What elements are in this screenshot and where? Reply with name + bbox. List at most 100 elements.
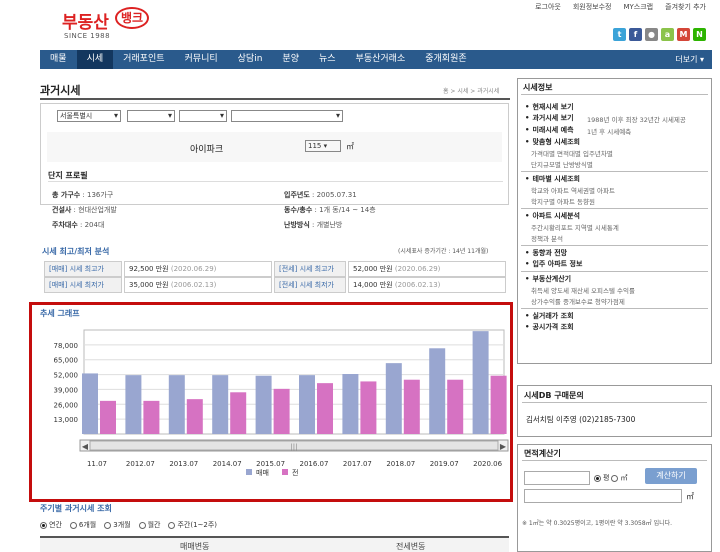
- nav-news[interactable]: 뉴스: [309, 50, 346, 69]
- calc-button[interactable]: 계산하기: [645, 468, 697, 484]
- sidebar-subitems[interactable]: 학교와 아파트 역세권별 아파트: [531, 185, 615, 195]
- bar-매매-2013.07[interactable]: [168, 375, 185, 434]
- add-favorite-link[interactable]: 즐겨찾기 추가: [665, 2, 706, 12]
- radio-3months[interactable]: 3개월: [104, 520, 131, 530]
- social-icons: t f ● a M N: [613, 28, 706, 41]
- nav-presale[interactable]: 분양: [272, 50, 309, 69]
- bar-전-2018.07[interactable]: [403, 379, 420, 434]
- y-tick-label: 78,000: [54, 342, 79, 350]
- my-scrap-link[interactable]: MY스크랩: [623, 2, 653, 12]
- sidebar-item[interactable]: 맞춤형 시세조회: [525, 137, 580, 147]
- logout-link[interactable]: 로그아웃: [535, 2, 561, 12]
- facebook-icon[interactable]: f: [629, 28, 642, 41]
- calc-result-unit: ㎡: [686, 492, 694, 501]
- radio-6months[interactable]: 6개월: [69, 520, 96, 530]
- sidebar-subitems[interactable]: 가격대별 면적대별 입주년차별: [531, 148, 613, 158]
- bar-매매-2017.07[interactable]: [342, 374, 359, 434]
- size-select[interactable]: 115 ▾: [305, 140, 341, 152]
- x-tick-label: 11.07: [87, 460, 107, 468]
- sidebar-item[interactable]: 미래시세 예측: [525, 125, 573, 135]
- dong-select[interactable]: [179, 110, 227, 122]
- bar-전-2017.07[interactable]: [360, 381, 377, 434]
- sidebar-item[interactable]: 공시가격 조회: [525, 322, 573, 332]
- bar-전-2014.07[interactable]: [230, 392, 247, 434]
- radio-monthly[interactable]: 월간: [138, 520, 160, 530]
- scroll-right-icon[interactable]: ▶: [500, 442, 507, 451]
- calc-input-top[interactable]: [524, 471, 590, 485]
- twitter-icon[interactable]: t: [613, 28, 626, 41]
- sale-min-cell: 35,000 만원 (2006.02.13): [124, 277, 272, 293]
- sidebar-item[interactable]: 현재시세 보기: [525, 102, 573, 112]
- radio-weekly[interactable]: 주간(1~2주): [168, 520, 217, 530]
- bar-전-2019.07[interactable]: [447, 379, 464, 434]
- sidebar-subitems[interactable]: 단지규모별 난방방식별: [531, 159, 593, 169]
- bar-매매-2018.07[interactable]: [385, 363, 402, 434]
- sidebar-item[interactable]: 실거래가 조회: [525, 311, 573, 321]
- sidebar-subitems[interactable]: 상가수익률 중개보수료 청약가점제: [531, 296, 625, 306]
- nav-trade-point[interactable]: 거래포인트: [113, 50, 174, 69]
- bar-전-2020.06[interactable]: [490, 375, 507, 434]
- radio-yearly[interactable]: 연간: [40, 520, 62, 530]
- sidebar-divider: [521, 271, 708, 272]
- site-logo[interactable]: 부동산 뱅크 SINCE 1988: [62, 6, 152, 46]
- nav-broker-zone[interactable]: 중개회원존: [415, 50, 476, 69]
- radio-sqm[interactable]: [611, 474, 619, 482]
- bar-전-2015.07[interactable]: [273, 388, 290, 434]
- bar-매매-2014.07[interactable]: [212, 375, 229, 434]
- scroll-grip-icon: |||: [290, 443, 297, 451]
- sidebar-title: 시세정보: [523, 83, 553, 92]
- bar-매매-2012.07[interactable]: [125, 375, 142, 434]
- apt-select[interactable]: [231, 110, 343, 122]
- sidebar-item[interactable]: 아파트 시세분석: [525, 211, 580, 221]
- bar-매매-2015.07[interactable]: [255, 375, 272, 434]
- radio-dot[interactable]: [40, 521, 47, 529]
- mail-icon[interactable]: M: [677, 28, 690, 41]
- sidebar-subitems[interactable]: 정책과 분석: [531, 233, 563, 243]
- sidebar-subitems[interactable]: 학지구별 아파트 동향원: [531, 196, 595, 206]
- radio-dot[interactable]: [69, 521, 77, 529]
- bar-전-2012.07[interactable]: [143, 400, 160, 434]
- bar-전-2013.07[interactable]: [186, 399, 203, 434]
- bar-전-2011.07[interactable]: [100, 400, 116, 434]
- nav-listings[interactable]: 매물: [40, 50, 77, 69]
- sidebar-item[interactable]: 동향과 전망: [525, 248, 567, 258]
- radio-dot[interactable]: [104, 521, 112, 529]
- radio-pyeong[interactable]: [594, 474, 601, 482]
- sidebar-item[interactable]: 부동산계산기: [525, 274, 571, 284]
- nav-consult[interactable]: 상담in: [228, 50, 273, 69]
- logo-text: 부동산: [62, 13, 109, 33]
- edit-profile-link[interactable]: 회원정보수정: [573, 2, 612, 12]
- nav-exchange[interactable]: 부동산거래소: [346, 50, 416, 69]
- district-select[interactable]: [127, 110, 175, 122]
- nav-more[interactable]: 더보기 ▾: [675, 54, 712, 65]
- nav-community[interactable]: 커뮤니티: [175, 50, 228, 69]
- bar-매매-2020.06[interactable]: [472, 331, 489, 434]
- y-tick-label: 52,000: [54, 372, 79, 380]
- nav-price[interactable]: 시세: [76, 50, 114, 69]
- apple-icon[interactable]: ●: [645, 28, 658, 41]
- y-tick-label: 26,000: [54, 401, 79, 409]
- db-contact: 김서치팀 이주영 (02)2185-7300: [526, 415, 636, 424]
- region-select[interactable]: 서울특별시: [57, 110, 121, 122]
- profile-builder: 건설사 : 현대산업개발: [52, 206, 117, 214]
- chart-svg: 13,000 26,000 39,000 52,000 65,000 78,000 11.0…: [54, 329, 509, 477]
- calc-result-input[interactable]: [524, 489, 682, 503]
- y-tick-label: 65,000: [54, 357, 79, 365]
- bar-매매-2011.07[interactable]: [82, 373, 98, 434]
- bar-전-2016.07[interactable]: [317, 383, 333, 434]
- bar-매매-2016.07[interactable]: [299, 375, 315, 434]
- sidebar-item[interactable]: 입주 아파트 정보: [525, 259, 582, 269]
- period-heading: 주기별 과거시세 조회: [40, 504, 112, 513]
- radio-dot[interactable]: [138, 521, 146, 529]
- naver-icon[interactable]: N: [693, 28, 706, 41]
- sidebar-subitems[interactable]: 주간시황리포트 지역별 시세통계: [531, 222, 619, 232]
- top-links: 로그아웃 회원정보수정 MY스크랩 즐겨찾기 추가: [535, 2, 706, 12]
- sidebar-item[interactable]: 테마별 시세조회: [525, 174, 580, 184]
- android-icon[interactable]: a: [661, 28, 674, 41]
- sidebar-subitems[interactable]: 취득세 양도세 재산세 오피스텔 수익률: [531, 285, 635, 295]
- radio-dot[interactable]: [168, 521, 176, 529]
- apt-name: 아이파크: [190, 145, 224, 155]
- bar-매매-2019.07[interactable]: [429, 348, 446, 434]
- sidebar-item[interactable]: 과거시세 보기: [525, 113, 573, 123]
- scroll-left-icon[interactable]: ◀: [82, 442, 89, 451]
